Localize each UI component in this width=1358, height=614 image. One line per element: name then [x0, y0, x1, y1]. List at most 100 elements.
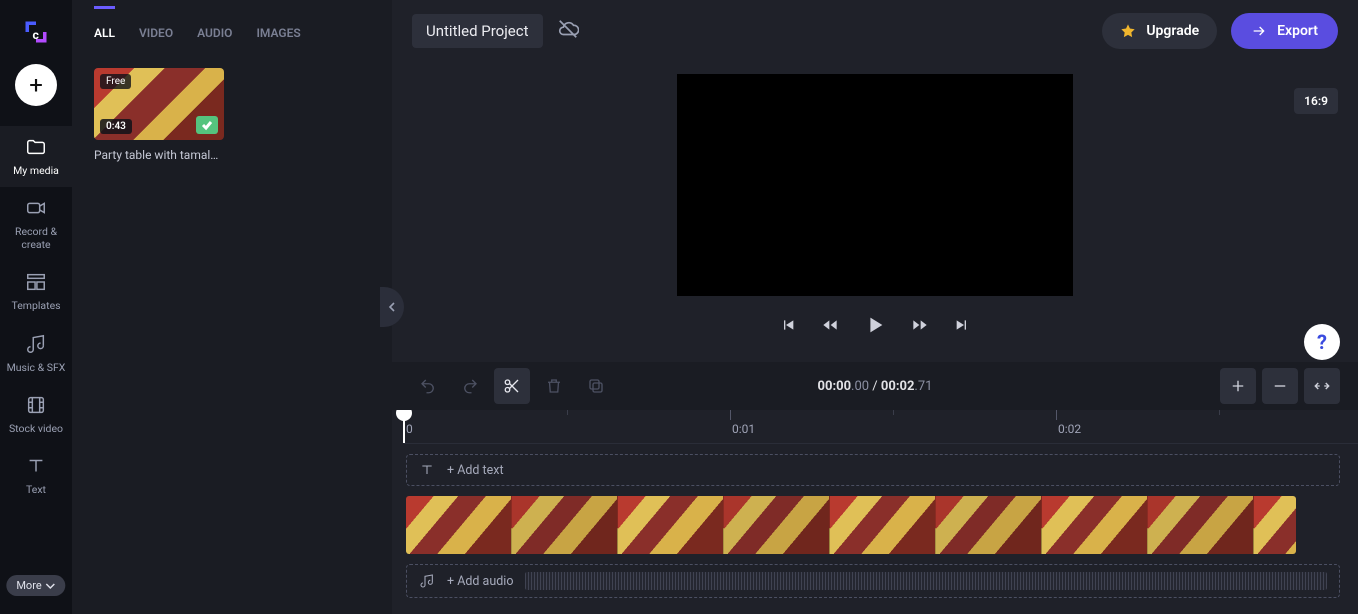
timeline-ruler[interactable]: 0 0:01 0:02 [404, 410, 1358, 444]
clip-frame [512, 496, 618, 554]
timeline-toolbar: 00:00.00 / 00:02.71 [392, 362, 1358, 410]
sidebar-item-stock-video[interactable]: Stock video [0, 384, 72, 445]
chevron-down-icon [46, 581, 56, 591]
forward-button[interactable] [912, 317, 928, 337]
nav-label: Text [26, 483, 46, 496]
clip-frame [1042, 496, 1148, 554]
add-text-label: + Add text [447, 463, 504, 478]
skip-end-button[interactable] [954, 317, 970, 337]
media-panel: ALL VIDEO AUDIO IMAGES Free 0:43 Party t… [72, 0, 392, 614]
audio-waveform-placeholder [525, 572, 1327, 590]
current-frac: .00 [851, 379, 869, 394]
tab-video[interactable]: VIDEO [139, 20, 173, 50]
cloud-sync-off-icon[interactable] [557, 18, 579, 44]
clip-frame [406, 496, 512, 554]
export-label: Export [1277, 23, 1318, 39]
tab-images[interactable]: IMAGES [256, 20, 300, 50]
camera-record-icon [25, 197, 47, 219]
media-title: Party table with tamal… [94, 148, 224, 162]
preview-stage: 16:9 ? [392, 62, 1358, 362]
add-text-track[interactable]: + Add text [406, 454, 1340, 486]
duplicate-button[interactable] [578, 368, 614, 404]
nav-label: Music & SFX [7, 361, 66, 374]
film-icon [25, 394, 47, 416]
skip-start-button[interactable] [780, 317, 796, 337]
sidebar-more-button[interactable]: More [6, 575, 65, 596]
video-clip[interactable] [406, 496, 1296, 554]
add-audio-track[interactable]: + Add audio [406, 564, 1340, 598]
added-check-badge [196, 116, 218, 134]
arrow-right-icon [1251, 23, 1267, 39]
folder-icon [25, 136, 47, 158]
preview-canvas[interactable] [677, 74, 1073, 296]
upgrade-button[interactable]: Upgrade [1102, 13, 1217, 49]
ruler-mark: 0:01 [732, 422, 755, 436]
clip-frame [1254, 496, 1296, 554]
split-button[interactable] [494, 368, 530, 404]
media-card[interactable]: Free 0:43 Party table with tamal… [94, 68, 224, 162]
timecode-display: 00:00.00 / 00:02.71 [818, 379, 933, 394]
zoom-in-button[interactable] [1220, 368, 1256, 404]
redo-button[interactable] [452, 368, 488, 404]
timeline[interactable]: 0 0:01 0:02 + Add text [392, 410, 1358, 614]
tracks-area: + Add text + Add audio [404, 444, 1358, 614]
total-frac: .71 [914, 379, 932, 394]
zoom-controls [1220, 368, 1340, 404]
delete-button[interactable] [536, 368, 572, 404]
export-button[interactable]: Export [1231, 13, 1338, 49]
star-icon [1120, 23, 1136, 39]
help-icon: ? [1317, 330, 1327, 354]
sidebar-item-text[interactable]: Text [0, 445, 72, 506]
add-audio-label: + Add audio [447, 574, 513, 589]
undo-button[interactable] [410, 368, 446, 404]
aspect-ratio-button[interactable]: 16:9 [1294, 88, 1338, 114]
editor-main: Untitled Project Upgrade Export 16:9 [392, 0, 1358, 614]
media-thumbnail[interactable]: Free 0:43 [94, 68, 224, 140]
sidebar-item-record-create[interactable]: Record & create [0, 187, 72, 261]
plus-icon: + [29, 71, 43, 99]
help-button[interactable]: ? [1304, 324, 1340, 360]
clip-frame [1148, 496, 1254, 554]
clip-frame [830, 496, 936, 554]
nav-label: Stock video [9, 422, 63, 435]
music-icon [419, 573, 435, 589]
tab-all[interactable]: ALL [94, 20, 115, 50]
top-bar: Untitled Project Upgrade Export [392, 0, 1358, 62]
media-tabs: ALL VIDEO AUDIO IMAGES [94, 20, 378, 50]
duration-badge: 0:43 [100, 119, 132, 134]
rewind-button[interactable] [822, 317, 838, 337]
time-sep: / [869, 379, 881, 394]
svg-text:c: c [33, 28, 40, 42]
ruler-mark: 0 [406, 422, 413, 436]
app-logo: c [22, 18, 50, 46]
nav-label: Templates [11, 299, 60, 312]
playhead[interactable] [402, 410, 406, 443]
project-title-input[interactable]: Untitled Project [412, 14, 543, 48]
total-time: 00:02 [881, 379, 915, 394]
text-icon [25, 455, 47, 477]
ruler-mark: 0:02 [1058, 422, 1081, 436]
text-icon [419, 462, 435, 478]
play-button[interactable] [864, 314, 886, 340]
music-icon [25, 333, 47, 355]
check-icon [201, 119, 213, 131]
sidebar-item-music-sfx[interactable]: Music & SFX [0, 323, 72, 384]
clip-frame [936, 496, 1042, 554]
add-media-button[interactable]: + [15, 64, 57, 106]
project-title-text: Untitled Project [426, 22, 529, 40]
zoom-fit-button[interactable] [1304, 368, 1340, 404]
nav-label: My media [13, 164, 59, 177]
current-time: 00:00 [818, 379, 852, 394]
sidebar-item-templates[interactable]: Templates [0, 261, 72, 322]
clip-frame [618, 496, 724, 554]
transport-controls [780, 314, 970, 340]
free-badge: Free [100, 74, 131, 89]
more-label: More [16, 579, 41, 592]
templates-icon [25, 271, 47, 293]
sidebar-item-my-media[interactable]: My media [0, 126, 72, 187]
upgrade-label: Upgrade [1146, 23, 1199, 39]
tab-audio[interactable]: AUDIO [197, 20, 232, 50]
clip-frame [724, 496, 830, 554]
nav-label: Record & create [4, 225, 68, 251]
zoom-out-button[interactable] [1262, 368, 1298, 404]
